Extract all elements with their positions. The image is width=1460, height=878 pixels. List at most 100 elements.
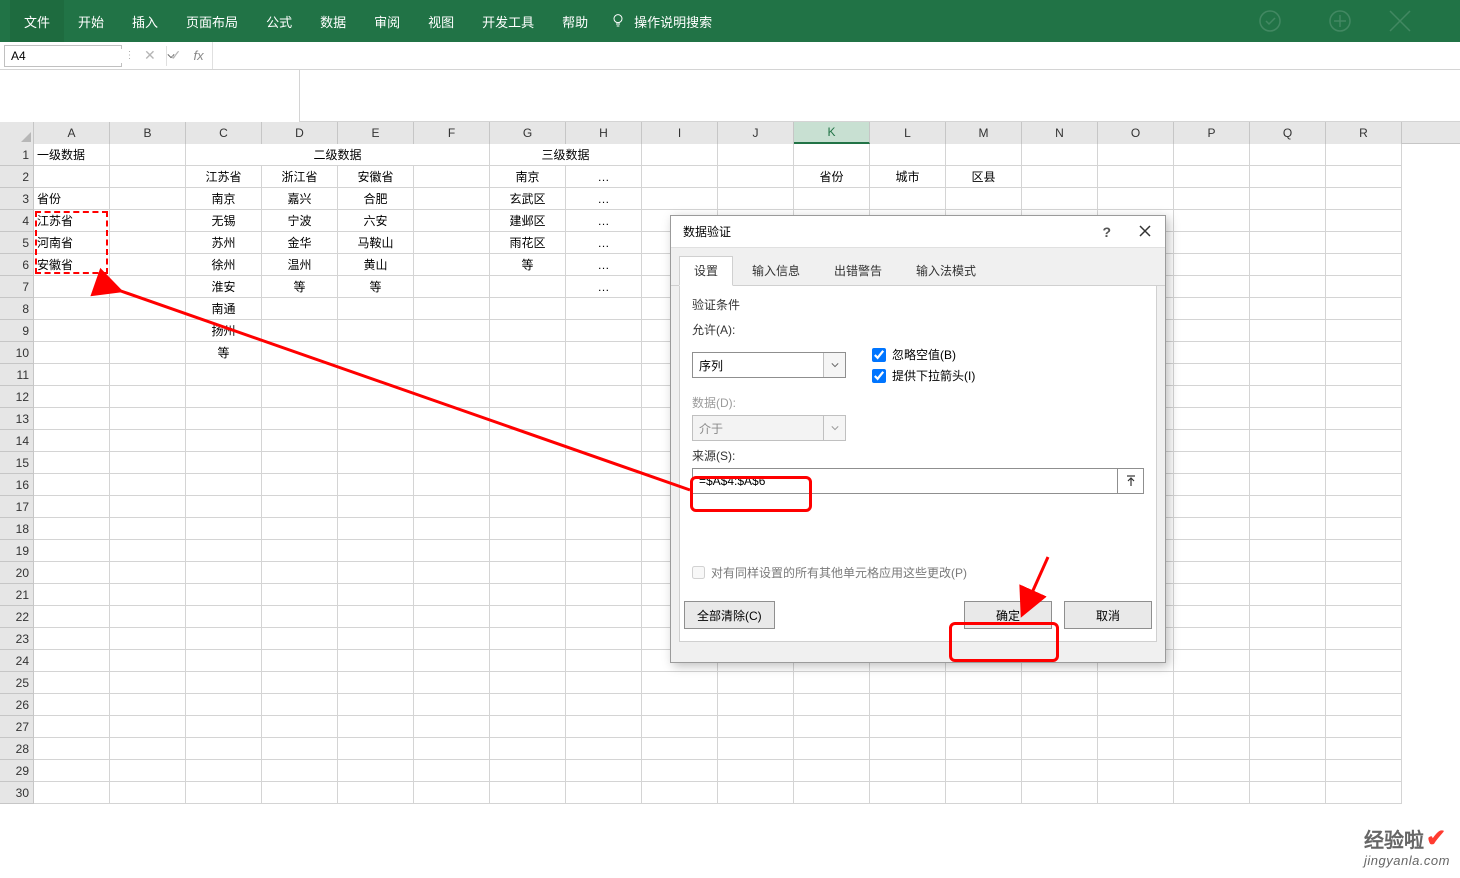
cell[interactable] [110, 584, 186, 606]
cell[interactable]: 苏州 [186, 232, 262, 254]
cell[interactable] [1174, 540, 1250, 562]
cell[interactable] [1326, 562, 1402, 584]
cell[interactable] [34, 628, 110, 650]
cell[interactable] [1098, 782, 1174, 804]
cell[interactable] [1250, 408, 1326, 430]
cell[interactable] [262, 320, 338, 342]
cancel-button[interactable]: 取消 [1064, 601, 1152, 629]
cell[interactable] [1174, 408, 1250, 430]
cell[interactable] [1250, 650, 1326, 672]
cell[interactable] [414, 738, 490, 760]
cell[interactable] [490, 738, 566, 760]
cell[interactable] [566, 694, 642, 716]
cell[interactable] [262, 430, 338, 452]
cell[interactable] [186, 408, 262, 430]
cell[interactable] [110, 474, 186, 496]
cell[interactable] [1250, 452, 1326, 474]
cell[interactable] [566, 738, 642, 760]
cell[interactable] [1250, 738, 1326, 760]
cell[interactable] [338, 628, 414, 650]
row-header-5[interactable]: 5 [0, 232, 34, 254]
cell[interactable] [1174, 276, 1250, 298]
cell[interactable] [1250, 144, 1326, 166]
cell[interactable]: 等 [338, 276, 414, 298]
cell[interactable]: 温州 [262, 254, 338, 276]
cell[interactable]: 六安 [338, 210, 414, 232]
cell[interactable] [1250, 298, 1326, 320]
col-header-L[interactable]: L [870, 122, 946, 144]
range-picker-icon[interactable] [1118, 468, 1144, 494]
cell[interactable] [1250, 606, 1326, 628]
cell[interactable] [794, 738, 870, 760]
cell[interactable] [110, 276, 186, 298]
cell[interactable] [794, 694, 870, 716]
cell[interactable] [110, 628, 186, 650]
cell[interactable] [566, 716, 642, 738]
dropdown-check[interactable]: 提供下拉箭头(I) [872, 367, 975, 384]
cell[interactable] [186, 760, 262, 782]
cell[interactable] [414, 782, 490, 804]
row-header-11[interactable]: 11 [0, 364, 34, 386]
cell[interactable] [1174, 738, 1250, 760]
cell[interactable] [110, 320, 186, 342]
cell[interactable] [1174, 254, 1250, 276]
col-header-A[interactable]: A [34, 122, 110, 144]
col-header-Q[interactable]: Q [1250, 122, 1326, 144]
cell[interactable] [1174, 760, 1250, 782]
cell[interactable] [186, 606, 262, 628]
cell[interactable] [414, 628, 490, 650]
cell[interactable] [1174, 672, 1250, 694]
cell[interactable] [414, 474, 490, 496]
cell[interactable] [262, 364, 338, 386]
cell[interactable]: … [566, 232, 642, 254]
cell[interactable] [414, 540, 490, 562]
tab-home[interactable]: 开始 [64, 0, 118, 42]
cell[interactable] [1326, 364, 1402, 386]
cell[interactable] [262, 518, 338, 540]
row-header-15[interactable]: 15 [0, 452, 34, 474]
cell[interactable] [338, 716, 414, 738]
cell[interactable] [566, 452, 642, 474]
cell[interactable] [110, 386, 186, 408]
cell[interactable] [1250, 364, 1326, 386]
cell[interactable] [1326, 628, 1402, 650]
cell[interactable] [1098, 166, 1174, 188]
cell[interactable] [414, 320, 490, 342]
cell[interactable] [34, 606, 110, 628]
cell[interactable] [1250, 562, 1326, 584]
cell[interactable] [262, 606, 338, 628]
row-header-30[interactable]: 30 [0, 782, 34, 804]
cell[interactable] [566, 408, 642, 430]
cell[interactable] [1250, 782, 1326, 804]
cell[interactable] [34, 672, 110, 694]
cell[interactable] [1174, 562, 1250, 584]
cell[interactable] [338, 694, 414, 716]
cell[interactable]: 城市 [870, 166, 946, 188]
cell[interactable] [794, 782, 870, 804]
row-header-17[interactable]: 17 [0, 496, 34, 518]
cell[interactable] [338, 342, 414, 364]
cell[interactable] [1326, 694, 1402, 716]
cell[interactable]: 建邺区 [490, 210, 566, 232]
row-header-28[interactable]: 28 [0, 738, 34, 760]
cell[interactable] [34, 716, 110, 738]
cell[interactable] [414, 430, 490, 452]
cancel-x-icon[interactable]: ✕ [144, 47, 156, 64]
cell[interactable] [110, 694, 186, 716]
cell[interactable] [110, 408, 186, 430]
row-header-7[interactable]: 7 [0, 276, 34, 298]
cell[interactable] [110, 210, 186, 232]
col-header-J[interactable]: J [718, 122, 794, 144]
cell[interactable] [1174, 232, 1250, 254]
cell[interactable] [1250, 584, 1326, 606]
cell[interactable] [490, 364, 566, 386]
cell[interactable]: 合肥 [338, 188, 414, 210]
cell[interactable] [338, 364, 414, 386]
cell[interactable] [490, 276, 566, 298]
cell[interactable]: 南京 [490, 166, 566, 188]
cell[interactable] [110, 496, 186, 518]
cell[interactable] [262, 760, 338, 782]
cell[interactable] [1250, 386, 1326, 408]
cell[interactable] [34, 496, 110, 518]
cell[interactable] [718, 672, 794, 694]
